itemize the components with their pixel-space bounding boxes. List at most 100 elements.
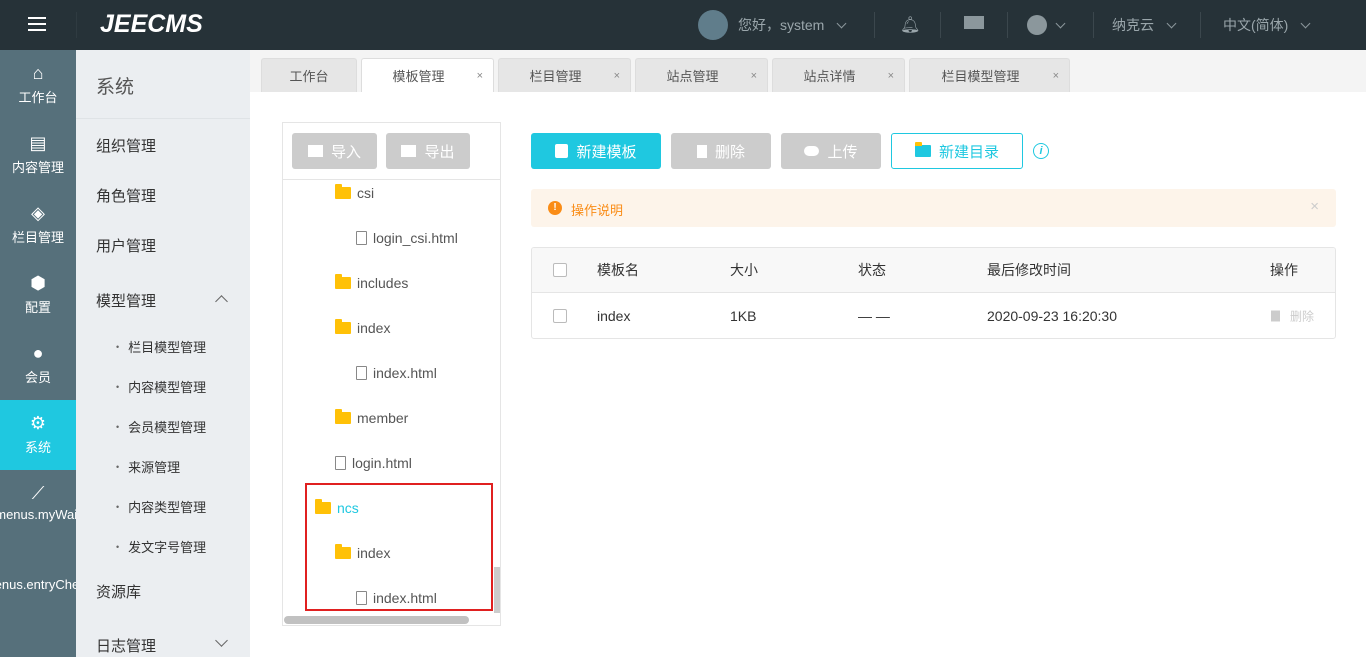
sub-item-resources[interactable]: 资源库 <box>96 581 141 602</box>
nav-label: 配置 <box>24 300 51 315</box>
cloud-upload-icon <box>804 146 820 156</box>
folder-export-icon <box>401 145 417 157</box>
sub-item-content-model[interactable]: 内容模型管理 <box>116 377 206 396</box>
upload-button[interactable]: 上传 <box>781 133 881 169</box>
tab-label: 站点详情 <box>803 69 856 84</box>
site-selector[interactable]: 纳克云 <box>1112 0 1177 50</box>
sub-item-user[interactable]: 用户管理 <box>96 235 156 256</box>
theme-menu[interactable] <box>1027 0 1066 50</box>
import-button[interactable]: 导入 <box>292 133 377 169</box>
tab-label: 栏目模型管理 <box>941 69 1020 84</box>
nav-label: 工作台 <box>18 90 58 105</box>
select-all-checkbox[interactable] <box>553 263 567 277</box>
tab-site-detail[interactable]: 站点详情 × <box>772 58 905 92</box>
close-icon[interactable]: × <box>614 70 620 82</box>
node-label: index <box>357 320 391 336</box>
row-checkbox[interactable] <box>553 309 567 323</box>
divider <box>874 12 875 38</box>
chevron-down-icon[interactable] <box>215 634 228 647</box>
file-icon <box>335 456 346 470</box>
tree-node-file[interactable]: login_csi.html <box>356 230 458 246</box>
close-icon[interactable]: × <box>751 70 757 82</box>
sub-nav-title: 系统 <box>96 77 135 98</box>
language-name: 中文(简体) <box>1223 17 1289 33</box>
top-bar: JEECMS 您好，system 🔔︎ 纳克云 中文(简体) <box>0 0 1366 50</box>
nav-item-content[interactable]: ▤ 内容管理 <box>0 120 76 190</box>
file-icon <box>356 231 367 245</box>
nav-item-channel[interactable]: ◈ 栏目管理 <box>0 190 76 260</box>
sub-nav: 系统 组织管理 角色管理 用户管理 模型管理 栏目模型管理 内容模型管理 会员模… <box>76 50 250 657</box>
nav-label: menus.entryCheck <box>0 577 76 592</box>
horizontal-scrollbar[interactable] <box>284 616 469 624</box>
tab-site[interactable]: 站点管理 × <box>635 58 768 92</box>
tab-channel-model[interactable]: 栏目模型管理 × <box>909 58 1070 92</box>
tree-node-folder[interactable]: includes <box>335 274 409 291</box>
sub-item-channel-model[interactable]: 栏目模型管理 <box>116 337 206 356</box>
nav-label: menus.myWait <box>0 507 76 522</box>
sub-item-logs[interactable]: 日志管理 <box>96 635 156 656</box>
nav-item-my-wait[interactable]: ⟋ menus.myWait <box>0 470 76 540</box>
tree-node-folder[interactable]: index <box>335 319 391 336</box>
tab-template[interactable]: 模板管理 × <box>361 58 494 92</box>
close-icon[interactable]: × <box>1310 198 1319 215</box>
document-icon: ▤ <box>29 133 47 153</box>
info-icon[interactable]: i <box>1033 143 1049 159</box>
monitor-icon[interactable] <box>964 16 984 29</box>
tab-channel[interactable]: 栏目管理 × <box>498 58 631 92</box>
column-header: 大小 <box>730 262 758 278</box>
close-icon[interactable]: × <box>1053 70 1059 82</box>
delete-button[interactable]: 删除 <box>671 133 771 169</box>
folder-icon <box>335 274 351 289</box>
user-menu[interactable]: 您好，system <box>698 0 847 50</box>
tree-node-folder[interactable]: member <box>335 409 408 426</box>
chevron-down-icon <box>836 18 847 28</box>
sub-item-model[interactable]: 模型管理 <box>96 290 156 311</box>
template-name[interactable]: index <box>597 308 630 324</box>
nav-item-workbench[interactable]: ⌂ 工作台 <box>0 50 76 120</box>
new-directory-button[interactable]: 新建目录 <box>891 133 1023 169</box>
sub-item-role[interactable]: 角色管理 <box>96 185 156 206</box>
tree-node-file[interactable]: index.html <box>356 365 437 381</box>
new-template-button[interactable]: 新建模板 <box>531 133 661 169</box>
nav-item-system[interactable]: ⚙ 系统 <box>0 400 76 470</box>
chevron-up-icon[interactable] <box>215 295 228 308</box>
bell-icon[interactable]: 🔔︎ <box>900 0 920 50</box>
sub-item-content-type[interactable]: 内容类型管理 <box>116 497 206 516</box>
row-delete-button[interactable]: 删除 <box>1290 308 1314 325</box>
tab-workbench[interactable]: 工作台 <box>261 58 357 92</box>
language-selector[interactable]: 中文(简体) <box>1223 0 1311 50</box>
vertical-scrollbar[interactable] <box>494 567 500 613</box>
close-icon[interactable]: × <box>477 70 483 82</box>
node-label: login.html <box>352 455 412 471</box>
node-label: includes <box>357 275 409 291</box>
tree-node-folder[interactable]: csi <box>335 184 374 201</box>
nav-item-config[interactable]: ⬢ 配置 <box>0 260 76 330</box>
nav-label: 栏目管理 <box>11 230 64 245</box>
tab-label: 站点管理 <box>666 69 719 84</box>
export-label: 导出 <box>424 143 455 161</box>
menu-toggle-icon[interactable] <box>28 17 46 33</box>
sub-item-doc-number[interactable]: 发文字号管理 <box>116 537 206 556</box>
close-icon[interactable]: × <box>888 70 894 82</box>
table-row: index 1KB — — 2020-09-23 16:20:30 删除 <box>532 293 1335 338</box>
nav-item-entry-check[interactable]: menus.entryCheck <box>0 540 76 610</box>
trash-icon <box>1271 310 1280 322</box>
sub-item-source[interactable]: 来源管理 <box>116 457 180 476</box>
chevron-down-icon <box>1055 18 1066 28</box>
column-header: 模板名 <box>597 262 639 278</box>
node-label: index.html <box>373 365 437 381</box>
chevron-down-icon <box>1166 18 1177 28</box>
instructions-alert[interactable]: ! 操作说明 × <box>531 189 1336 227</box>
nav-item-member[interactable]: ● 会员 <box>0 330 76 400</box>
import-label: 导入 <box>330 143 361 161</box>
export-button[interactable]: 导出 <box>386 133 470 169</box>
folder-icon <box>335 409 351 424</box>
tree-node-file[interactable]: login.html <box>335 455 412 471</box>
button-label: 上传 <box>827 143 858 161</box>
warning-icon: ! <box>548 201 562 215</box>
divider <box>1093 12 1094 38</box>
file-icon <box>356 366 367 380</box>
sub-item-member-model[interactable]: 会员模型管理 <box>116 417 206 436</box>
column-header: 状态 <box>858 262 886 278</box>
sub-item-org[interactable]: 组织管理 <box>96 135 156 156</box>
